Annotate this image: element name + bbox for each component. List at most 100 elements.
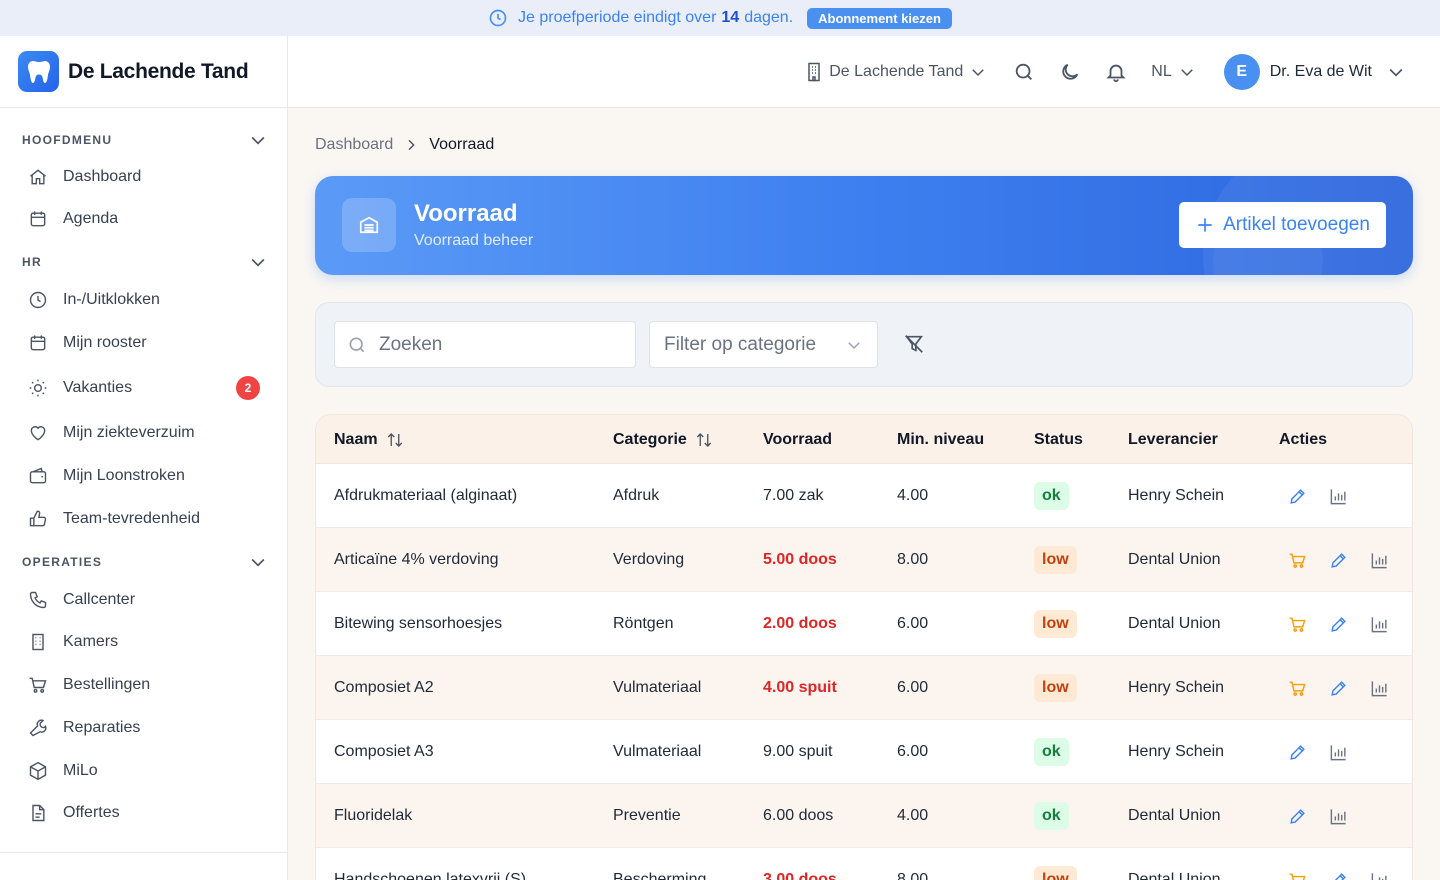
brand[interactable]: De Lachende Tand: [0, 36, 288, 107]
search-input[interactable]: [379, 333, 619, 356]
choose-subscription-button[interactable]: Abonnement kiezen: [807, 7, 952, 29]
sidebar-item-agenda[interactable]: Agenda: [28, 201, 260, 237]
clinic-selector[interactable]: De Lachende Tand: [805, 62, 987, 82]
column-header-supplier: Leverancier: [1128, 430, 1218, 448]
sidebar-item-rooms[interactable]: Kamers: [28, 624, 260, 660]
chevron-down-icon: [251, 136, 265, 145]
language-label: NL: [1151, 62, 1172, 80]
edit-pencil-icon[interactable]: [1329, 871, 1348, 880]
cell-status: ok: [1034, 784, 1069, 848]
cell-actions: [1288, 848, 1389, 880]
table-row: Articaïne 4% verdoving Verdoving 5.00 doos…: [316, 528, 1412, 592]
category-filter-select[interactable]: Filter op categorie: [649, 321, 878, 368]
document-icon: [28, 803, 48, 823]
cell-supplier: Dental Union: [1128, 807, 1221, 824]
cell-name: Composiet A2: [334, 679, 434, 696]
cell-status: low: [1034, 656, 1077, 720]
header-actions: De Lachende Tand NL E Dr. Eva de Wit: [805, 36, 1406, 107]
cart-icon: [28, 675, 48, 695]
cell-supplier: Henry Schein: [1128, 743, 1225, 760]
language-selector[interactable]: NL: [1151, 63, 1195, 81]
cell-name: Afdrukmateriaal (alginaat): [334, 487, 518, 504]
column-header-category[interactable]: Categorie: [613, 415, 713, 464]
sidebar-item-orders[interactable]: Bestellingen: [28, 667, 260, 703]
table-header: Naam Categorie Voorraad Min. niveau Stat…: [316, 415, 1412, 464]
sidebar-item-label: Offertes: [63, 804, 120, 821]
edit-pencil-icon[interactable]: [1288, 743, 1307, 762]
cell-stock: 5.00 doos: [763, 551, 837, 568]
sidebar-item-clock[interactable]: In-/Uitklokken: [28, 282, 260, 318]
top-header: De Lachende Tand De Lachende Tand NL E D…: [0, 36, 1440, 108]
column-header-stock: Voorraad: [763, 430, 833, 448]
calendar-icon: [28, 209, 48, 229]
cell-actions: [1288, 656, 1389, 720]
sidebar-item-milo[interactable]: MiLo: [28, 753, 260, 789]
order-cart-icon[interactable]: [1288, 615, 1307, 634]
table-row: Fluoridelak Preventie 6.00 doos 4.00 ok Denta…: [316, 784, 1412, 848]
sidebar-item-vacations[interactable]: Vakanties 2: [28, 370, 260, 406]
cell-stock: 6.00 doos: [763, 807, 834, 824]
cell-name: Bitewing sensorhoesjes: [334, 615, 503, 632]
cell-supplier: Dental Union: [1128, 615, 1221, 632]
search-icon[interactable]: [1013, 61, 1035, 83]
cell-min-level: 4.00: [897, 487, 929, 504]
trial-banner: Je proefperiode eindigt over 14 dagen. A…: [0, 0, 1440, 36]
user-name: Dr. Eva de Wit: [1269, 62, 1372, 80]
status-badge: low: [1034, 866, 1077, 880]
sidebar-item-callcenter[interactable]: Callcenter: [28, 582, 260, 618]
chevron-down-icon: [251, 258, 265, 267]
sidebar-item-payslips[interactable]: Mijn Loonstroken: [28, 458, 260, 494]
brand-name: De Lachende Tand: [68, 59, 249, 83]
thumbs-up-icon: [28, 509, 48, 529]
stats-chart-icon[interactable]: [1329, 487, 1348, 506]
sidebar-item-team-satisfaction[interactable]: Team-tevredenheid: [28, 501, 260, 537]
stats-chart-icon[interactable]: [1370, 679, 1389, 698]
sidebar-item-label: MiLo: [63, 762, 98, 779]
page-header-card: Voorraad Voorraad beheer Artikel toevoeg…: [315, 176, 1413, 275]
avatar: E: [1223, 53, 1260, 90]
sidebar-item-label: Mijn Loonstroken: [63, 467, 185, 484]
edit-pencil-icon[interactable]: [1329, 679, 1348, 698]
section-hr[interactable]: HR: [22, 252, 268, 272]
order-cart-icon[interactable]: [1288, 871, 1307, 880]
stats-chart-icon[interactable]: [1370, 551, 1389, 570]
stats-chart-icon[interactable]: [1329, 807, 1348, 826]
cell-category: Verdoving: [613, 551, 685, 568]
user-menu[interactable]: E Dr. Eva de Wit: [1223, 53, 1406, 90]
cell-category: Vulmateriaal: [613, 679, 702, 696]
cell-min-level: 8.00: [897, 871, 929, 880]
edit-pencil-icon[interactable]: [1288, 487, 1307, 506]
sidebar-item-dashboard[interactable]: Dashboard: [28, 159, 260, 195]
column-header-actions: Acties: [1279, 430, 1328, 448]
cell-supplier: Henry Schein: [1128, 487, 1225, 504]
inventory-table: Naam Categorie Voorraad Min. niveau Stat…: [315, 414, 1413, 880]
bell-icon[interactable]: [1105, 61, 1127, 83]
column-header-name[interactable]: Naam: [334, 415, 404, 464]
order-cart-icon[interactable]: [1288, 679, 1307, 698]
section-operaties[interactable]: OPERATIES: [22, 552, 268, 572]
sidebar-item-sick-leave[interactable]: Mijn ziekteverzuim: [28, 415, 260, 451]
cell-category: Vulmateriaal: [613, 743, 702, 760]
order-cart-icon[interactable]: [1288, 551, 1307, 570]
edit-pencil-icon[interactable]: [1288, 807, 1307, 826]
search-field[interactable]: [334, 321, 636, 368]
wrench-icon: [28, 718, 48, 738]
edit-pencil-icon[interactable]: [1329, 551, 1348, 570]
edit-pencil-icon[interactable]: [1329, 615, 1348, 634]
stats-chart-icon[interactable]: [1370, 615, 1389, 634]
stats-chart-icon[interactable]: [1370, 871, 1389, 880]
sidebar-item-roster[interactable]: Mijn rooster: [28, 325, 260, 361]
add-item-button[interactable]: Artikel toevoegen: [1179, 202, 1386, 248]
clear-filter-icon[interactable]: [903, 333, 925, 355]
section-hoofdmenu[interactable]: HOOFDMENU: [22, 130, 268, 150]
chevron-right-icon: [403, 137, 419, 153]
sidebar-item-label: In-/Uitklokken: [63, 291, 160, 308]
stats-chart-icon[interactable]: [1329, 743, 1348, 762]
status-badge: low: [1034, 674, 1077, 702]
breadcrumb-dashboard[interactable]: Dashboard: [315, 136, 393, 154]
cell-category: Röntgen: [613, 615, 674, 632]
sidebar-item-quotes[interactable]: Offertes: [28, 795, 260, 831]
sidebar-item-repairs[interactable]: Reparaties: [28, 710, 260, 746]
dark-mode-moon-icon[interactable]: [1059, 61, 1081, 83]
sidebar-item-label: Vakanties: [63, 379, 133, 396]
